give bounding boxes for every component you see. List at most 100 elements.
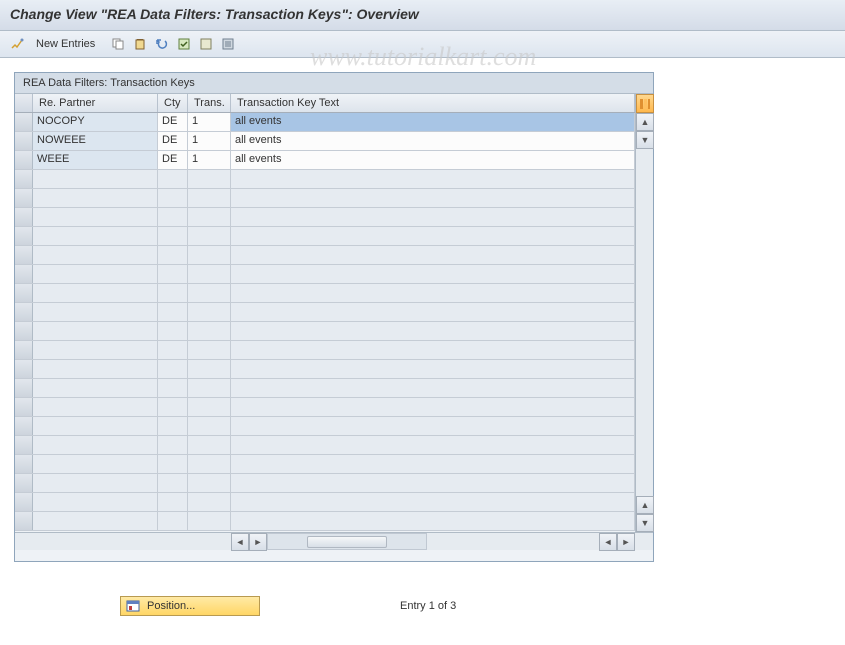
print-icon[interactable] — [219, 35, 237, 53]
cell-text[interactable] — [231, 208, 635, 226]
cell-trans[interactable]: 1 — [188, 132, 231, 150]
cell-partner[interactable] — [33, 265, 158, 283]
new-entries-button[interactable]: New Entries — [30, 36, 101, 52]
row-selector[interactable] — [15, 227, 33, 245]
cell-cty[interactable]: DE — [158, 132, 188, 150]
scroll-down-button[interactable]: ▼ — [636, 131, 654, 149]
row-selector[interactable] — [15, 398, 33, 416]
column-header-trans[interactable]: Trans. — [188, 94, 231, 112]
row-selector[interactable] — [15, 265, 33, 283]
cell-cty[interactable] — [158, 493, 188, 511]
cell-cty[interactable] — [158, 379, 188, 397]
scroll-down-bottom-button[interactable]: ▼ — [636, 514, 654, 532]
cell-partner[interactable] — [33, 360, 158, 378]
cell-cty[interactable]: DE — [158, 151, 188, 169]
row-selector[interactable] — [15, 208, 33, 226]
cell-text[interactable] — [231, 265, 635, 283]
position-button[interactable]: Position... — [120, 596, 260, 616]
row-selector[interactable] — [15, 246, 33, 264]
cell-trans[interactable] — [188, 417, 231, 435]
cell-text[interactable] — [231, 493, 635, 511]
scroll-right-button[interactable]: ► — [249, 533, 267, 551]
cell-text[interactable] — [231, 360, 635, 378]
row-selector[interactable] — [15, 132, 33, 150]
cell-partner[interactable] — [33, 493, 158, 511]
delete-icon[interactable] — [131, 35, 149, 53]
cell-cty[interactable] — [158, 303, 188, 321]
cell-text[interactable] — [231, 379, 635, 397]
cell-text[interactable] — [231, 474, 635, 492]
row-selector[interactable] — [15, 303, 33, 321]
cell-cty[interactable] — [158, 360, 188, 378]
cell-partner[interactable] — [33, 284, 158, 302]
cell-text[interactable]: all events — [231, 113, 635, 131]
cell-cty[interactable] — [158, 455, 188, 473]
scroll-right-end-button[interactable]: ► — [617, 533, 635, 551]
cell-cty[interactable] — [158, 265, 188, 283]
cell-partner[interactable] — [33, 455, 158, 473]
scroll-left-button[interactable]: ◄ — [231, 533, 249, 551]
toggle-icon[interactable] — [8, 35, 26, 53]
cell-text[interactable] — [231, 189, 635, 207]
cell-cty[interactable]: DE — [158, 113, 188, 131]
cell-partner[interactable]: NOWEEE — [33, 132, 158, 150]
cell-cty[interactable] — [158, 417, 188, 435]
cell-text[interactable] — [231, 170, 635, 188]
cell-trans[interactable] — [188, 265, 231, 283]
scroll-track-horizontal[interactable] — [267, 533, 427, 550]
cell-trans[interactable] — [188, 360, 231, 378]
cell-trans[interactable] — [188, 455, 231, 473]
cell-text[interactable] — [231, 227, 635, 245]
cell-partner[interactable] — [33, 208, 158, 226]
cell-partner[interactable] — [33, 436, 158, 454]
cell-text[interactable]: all events — [231, 132, 635, 150]
cell-cty[interactable] — [158, 170, 188, 188]
cell-partner[interactable] — [33, 189, 158, 207]
cell-cty[interactable] — [158, 436, 188, 454]
select-all-icon[interactable] — [175, 35, 193, 53]
cell-trans[interactable] — [188, 284, 231, 302]
cell-cty[interactable] — [158, 322, 188, 340]
cell-partner[interactable] — [33, 398, 158, 416]
cell-cty[interactable] — [158, 227, 188, 245]
row-selector[interactable] — [15, 189, 33, 207]
row-selector[interactable] — [15, 113, 33, 131]
row-selector[interactable] — [15, 379, 33, 397]
row-selector[interactable] — [15, 284, 33, 302]
row-selector[interactable] — [15, 360, 33, 378]
column-header-partner[interactable]: Re. Partner — [33, 94, 158, 112]
row-selector[interactable] — [15, 493, 33, 511]
cell-partner[interactable] — [33, 322, 158, 340]
scroll-up-bottom-button[interactable]: ▲ — [636, 496, 654, 514]
cell-cty[interactable] — [158, 246, 188, 264]
cell-cty[interactable] — [158, 512, 188, 530]
column-header-cty[interactable]: Cty — [158, 94, 188, 112]
cell-partner[interactable]: WEEE — [33, 151, 158, 169]
cell-cty[interactable] — [158, 474, 188, 492]
deselect-all-icon[interactable] — [197, 35, 215, 53]
cell-cty[interactable] — [158, 284, 188, 302]
cell-text[interactable] — [231, 455, 635, 473]
cell-trans[interactable] — [188, 379, 231, 397]
cell-text[interactable] — [231, 512, 635, 530]
cell-text[interactable]: all events — [231, 151, 635, 169]
cell-partner[interactable] — [33, 474, 158, 492]
cell-trans[interactable] — [188, 436, 231, 454]
cell-text[interactable] — [231, 436, 635, 454]
cell-cty[interactable] — [158, 341, 188, 359]
cell-trans[interactable] — [188, 227, 231, 245]
cell-partner[interactable] — [33, 379, 158, 397]
configure-columns-icon[interactable] — [636, 94, 654, 113]
row-selector[interactable] — [15, 455, 33, 473]
cell-partner[interactable] — [33, 170, 158, 188]
row-selector[interactable] — [15, 170, 33, 188]
cell-text[interactable] — [231, 322, 635, 340]
cell-trans[interactable] — [188, 303, 231, 321]
cell-text[interactable] — [231, 417, 635, 435]
cell-partner[interactable] — [33, 303, 158, 321]
cell-trans[interactable] — [188, 512, 231, 530]
row-selector[interactable] — [15, 512, 33, 530]
cell-trans[interactable] — [188, 398, 231, 416]
scroll-left-end-button[interactable]: ◄ — [599, 533, 617, 551]
cell-trans[interactable]: 1 — [188, 113, 231, 131]
